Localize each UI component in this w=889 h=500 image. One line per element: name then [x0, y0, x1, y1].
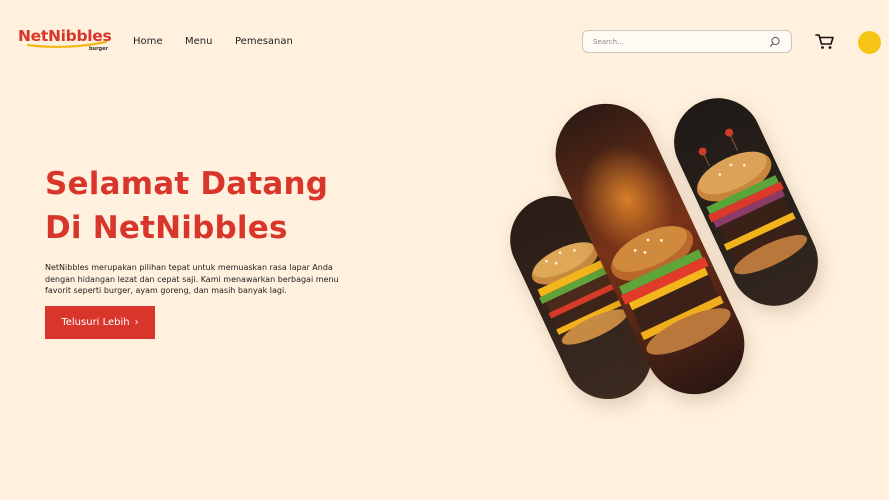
hero-description: NetNibbles merupakan pilihan tepat untuk…: [45, 263, 339, 295]
brand-sub: burger: [88, 46, 108, 52]
hero-title: Selamat Datang Di NetNibbles: [45, 162, 328, 250]
hero-title-line-2: Di NetNibbles: [45, 210, 288, 246]
brand-logo[interactable]: NetNibbles burger: [18, 27, 112, 55]
search-input[interactable]: [593, 35, 763, 49]
avatar[interactable]: [858, 31, 881, 54]
explore-button[interactable]: Telusuri Lebih ›: [45, 306, 155, 339]
search-icon[interactable]: [769, 36, 781, 48]
chevron-right-icon: ›: [134, 317, 139, 328]
nav-item-pemesanan[interactable]: Pemesanan: [235, 36, 293, 47]
cart-icon[interactable]: [815, 33, 835, 50]
explore-button-label: Telusuri Lebih: [61, 317, 130, 328]
hero-title-line-1: Selamat Datang: [45, 166, 329, 202]
search-box: [582, 30, 792, 53]
nav-item-home[interactable]: Home: [133, 36, 163, 47]
nav-item-menu[interactable]: Menu: [185, 36, 212, 47]
